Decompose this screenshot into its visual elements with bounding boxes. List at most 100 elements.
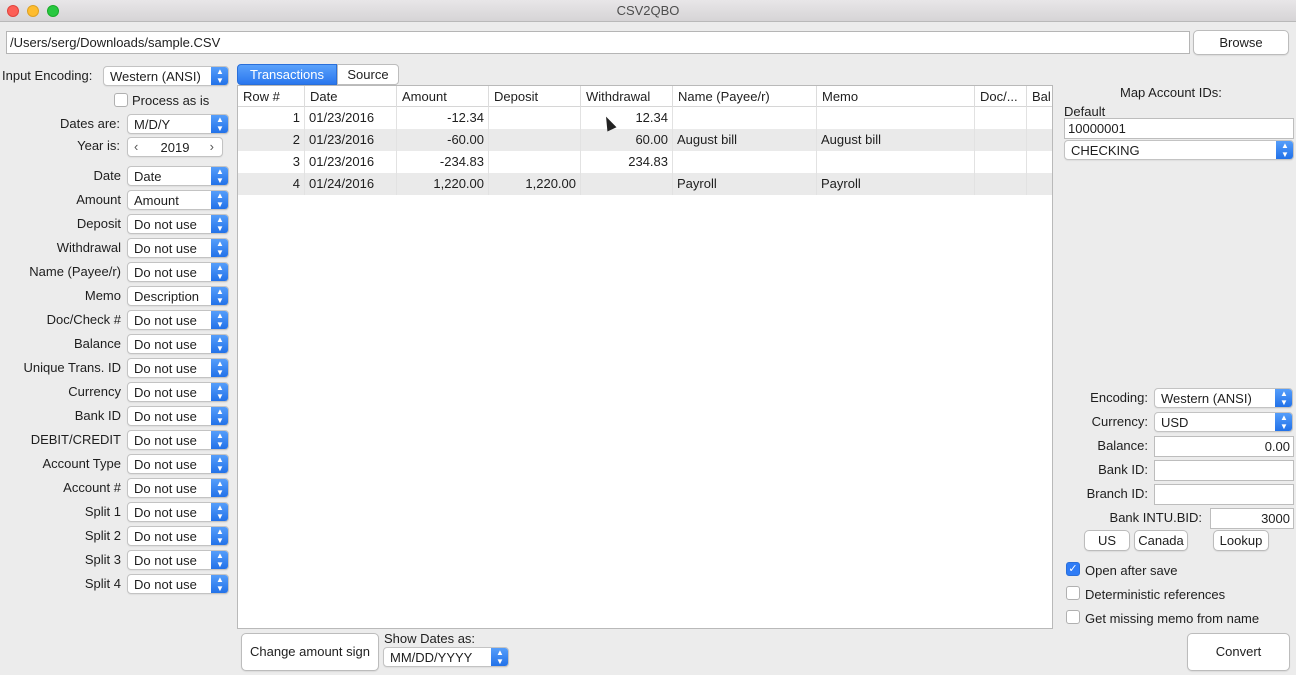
mapping-value: Do not use bbox=[134, 481, 197, 496]
change-amount-sign-button[interactable]: Change amount sign bbox=[241, 633, 379, 671]
column-header[interactable]: Row # bbox=[238, 86, 305, 107]
mapping-label: Amount bbox=[76, 192, 121, 207]
missing-memo-checkbox[interactable] bbox=[1066, 610, 1080, 624]
account-type-select[interactable]: CHECKING ▲ ▼ bbox=[1064, 140, 1294, 160]
table-cell: 3 bbox=[238, 151, 305, 173]
chevron-updown-icon: ▲ ▼ bbox=[211, 115, 228, 133]
intu-bid-input[interactable]: 3000 bbox=[1210, 508, 1294, 529]
deterministic-references-checkbox[interactable] bbox=[1066, 586, 1080, 600]
mapping-select[interactable]: Do not use ▲ ▼ bbox=[127, 238, 229, 258]
chevron-updown-icon: ▲ ▼ bbox=[211, 503, 228, 521]
process-as-is-checkbox[interactable] bbox=[114, 93, 128, 107]
mapping-label: Date bbox=[93, 168, 121, 183]
table-cell bbox=[489, 129, 581, 151]
mapping-label: Deposit bbox=[76, 216, 121, 231]
file-path-input[interactable]: /Users/serg/Downloads/sample.CSV bbox=[6, 31, 1190, 54]
mapping-select[interactable]: Do not use ▲ ▼ bbox=[127, 550, 229, 570]
table-cell bbox=[1027, 173, 1052, 195]
column-header[interactable]: Deposit bbox=[489, 86, 581, 107]
browse-button[interactable]: Browse bbox=[1193, 30, 1289, 55]
open-after-save-checkbox[interactable]: ✓ bbox=[1066, 562, 1080, 576]
balance-input[interactable]: 0.00 bbox=[1154, 436, 1294, 457]
show-dates-select[interactable]: MM/DD/YYYY ▲ ▼ bbox=[383, 647, 509, 667]
mapping-select[interactable]: Do not use ▲ ▼ bbox=[127, 214, 229, 234]
table-cell: 01/23/2016 bbox=[305, 129, 397, 151]
column-header[interactable]: Date bbox=[305, 86, 397, 107]
column-header[interactable]: Amount bbox=[397, 86, 489, 107]
year-prev-icon[interactable]: ‹ bbox=[134, 138, 138, 155]
column-header[interactable]: Memo bbox=[817, 86, 975, 107]
mapping-select[interactable]: Do not use ▲ ▼ bbox=[127, 262, 229, 282]
mapping-label: Account Type bbox=[42, 456, 121, 471]
column-header[interactable]: Withdrawal bbox=[581, 86, 673, 107]
canada-button[interactable]: Canada bbox=[1134, 530, 1188, 551]
maximize-window-icon[interactable] bbox=[47, 5, 59, 17]
mapping-select[interactable]: Date ▲ ▼ bbox=[127, 166, 229, 186]
year-stepper[interactable]: ‹ 2019 › bbox=[127, 137, 223, 157]
year-next-icon[interactable]: › bbox=[210, 138, 214, 155]
mapping-select[interactable]: Do not use ▲ ▼ bbox=[127, 430, 229, 450]
tab-transactions[interactable]: Transactions bbox=[237, 64, 337, 85]
mapping-label: Doc/Check # bbox=[46, 312, 121, 327]
mapping-select[interactable]: Do not use ▲ ▼ bbox=[127, 310, 229, 330]
column-header[interactable]: Name (Payee/r) bbox=[673, 86, 817, 107]
map-account-ids-title: Map Account IDs: bbox=[1120, 85, 1222, 100]
mapping-value: Do not use bbox=[134, 241, 197, 256]
mapping-value: Do not use bbox=[134, 457, 197, 472]
table-cell bbox=[1027, 129, 1052, 151]
table-cell: 01/23/2016 bbox=[305, 107, 397, 129]
mapping-select[interactable]: Do not use ▲ ▼ bbox=[127, 358, 229, 378]
mapping-select[interactable]: Do not use ▲ ▼ bbox=[127, 574, 229, 594]
table-row[interactable]: 2 01/23/2016 -60.00 60.00 August bill August … bbox=[238, 129, 1052, 151]
mapping-label: DEBIT/CREDIT bbox=[30, 432, 121, 447]
chevron-updown-icon: ▲ ▼ bbox=[211, 479, 228, 497]
table-cell: August bill bbox=[673, 129, 817, 151]
table-row[interactable]: 3 01/23/2016 -234.83 234.83 bbox=[238, 151, 1052, 173]
transactions-table[interactable]: Row # Date Amount Deposit Withdrawal Name (Pa… bbox=[237, 85, 1053, 629]
dates-are-value: M/D/Y bbox=[134, 117, 171, 132]
currency-select[interactable]: USD ▲ ▼ bbox=[1154, 412, 1293, 432]
tab-source[interactable]: Source bbox=[337, 64, 399, 85]
mapping-label: Name (Payee/r) bbox=[29, 264, 121, 279]
bank-id-input[interactable] bbox=[1154, 460, 1294, 481]
minimize-window-icon[interactable] bbox=[27, 5, 39, 17]
mapping-select[interactable]: Do not use ▲ ▼ bbox=[127, 478, 229, 498]
branch-id-input[interactable] bbox=[1154, 484, 1294, 505]
mapping-select[interactable]: Do not use ▲ ▼ bbox=[127, 406, 229, 426]
us-button[interactable]: US bbox=[1084, 530, 1130, 551]
table-cell bbox=[817, 107, 975, 129]
mapping-value: Do not use bbox=[134, 265, 197, 280]
dates-are-label: Dates are: bbox=[60, 116, 120, 131]
show-dates-value: MM/DD/YYYY bbox=[390, 650, 473, 665]
convert-button[interactable]: Convert bbox=[1187, 633, 1290, 671]
dates-are-select[interactable]: M/D/Y ▲ ▼ bbox=[127, 114, 229, 134]
table-cell bbox=[975, 173, 1027, 195]
column-header[interactable]: Doc/... bbox=[975, 86, 1027, 107]
chevron-updown-icon: ▲ ▼ bbox=[211, 431, 228, 449]
encoding-select[interactable]: Western (ANSI) ▲ ▼ bbox=[1154, 388, 1293, 408]
table-cell: 1,220.00 bbox=[489, 173, 581, 195]
lookup-button[interactable]: Lookup bbox=[1213, 530, 1269, 551]
input-encoding-select[interactable]: Western (ANSI) ▲ ▼ bbox=[103, 66, 229, 86]
mapping-select[interactable]: Do not use ▲ ▼ bbox=[127, 454, 229, 474]
mapping-select[interactable]: Description ▲ ▼ bbox=[127, 286, 229, 306]
table-cell: 12.34 bbox=[581, 107, 673, 129]
column-header[interactable]: Bal bbox=[1027, 86, 1052, 107]
mapping-select[interactable]: Amount ▲ ▼ bbox=[127, 190, 229, 210]
chevron-updown-icon: ▲ ▼ bbox=[211, 239, 228, 257]
table-row[interactable]: 1 01/23/2016 -12.34 12.34 bbox=[238, 107, 1052, 129]
chevron-updown-icon: ▲ ▼ bbox=[1275, 413, 1292, 431]
mapping-select[interactable]: Do not use ▲ ▼ bbox=[127, 334, 229, 354]
table-cell: Payroll bbox=[673, 173, 817, 195]
close-window-icon[interactable] bbox=[7, 5, 19, 17]
table-row[interactable]: 4 01/24/2016 1,220.00 1,220.00 Payroll Payrol… bbox=[238, 173, 1052, 195]
mapping-select[interactable]: Do not use ▲ ▼ bbox=[127, 526, 229, 546]
mapping-select[interactable]: Do not use ▲ ▼ bbox=[127, 502, 229, 522]
mapping-label: Currency bbox=[68, 384, 121, 399]
mapping-select[interactable]: Do not use ▲ ▼ bbox=[127, 382, 229, 402]
open-after-save-label: Open after save bbox=[1085, 563, 1178, 578]
default-account-input[interactable]: 10000001 bbox=[1064, 118, 1294, 139]
mapping-label: Split 4 bbox=[84, 576, 121, 591]
table-cell: -12.34 bbox=[397, 107, 489, 129]
mapping-value: Do not use bbox=[134, 433, 197, 448]
